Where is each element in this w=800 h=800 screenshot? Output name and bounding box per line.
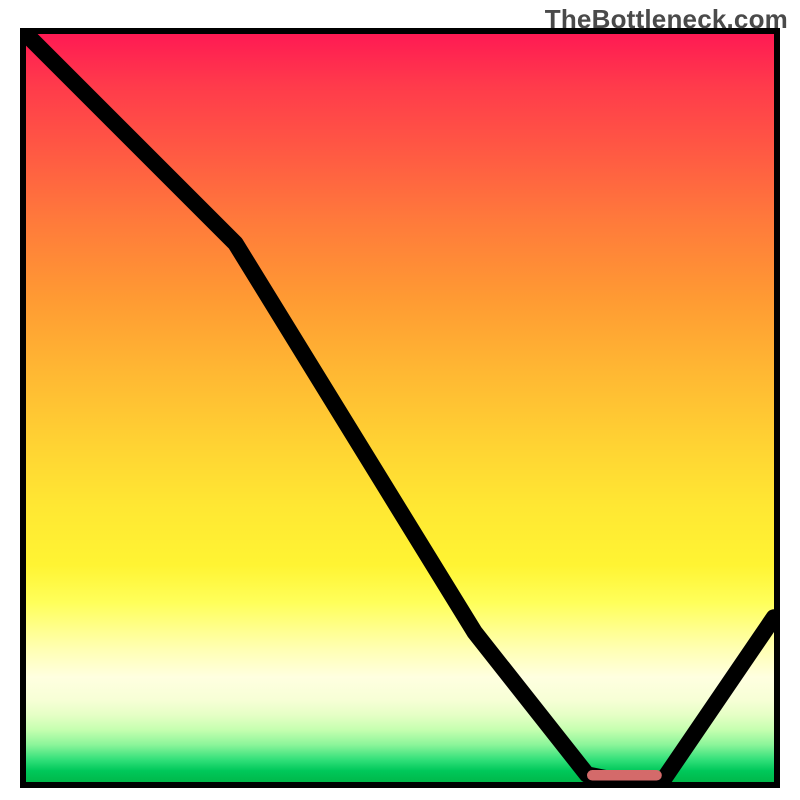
curve-line [26, 34, 774, 782]
plot-border [20, 28, 780, 788]
watermark-text: TheBottleneck.com [545, 4, 788, 35]
optimal-region-marker [587, 770, 662, 780]
chart-frame: TheBottleneck.com [0, 0, 800, 800]
plot-area [26, 34, 774, 782]
chart-overlay [26, 34, 774, 782]
